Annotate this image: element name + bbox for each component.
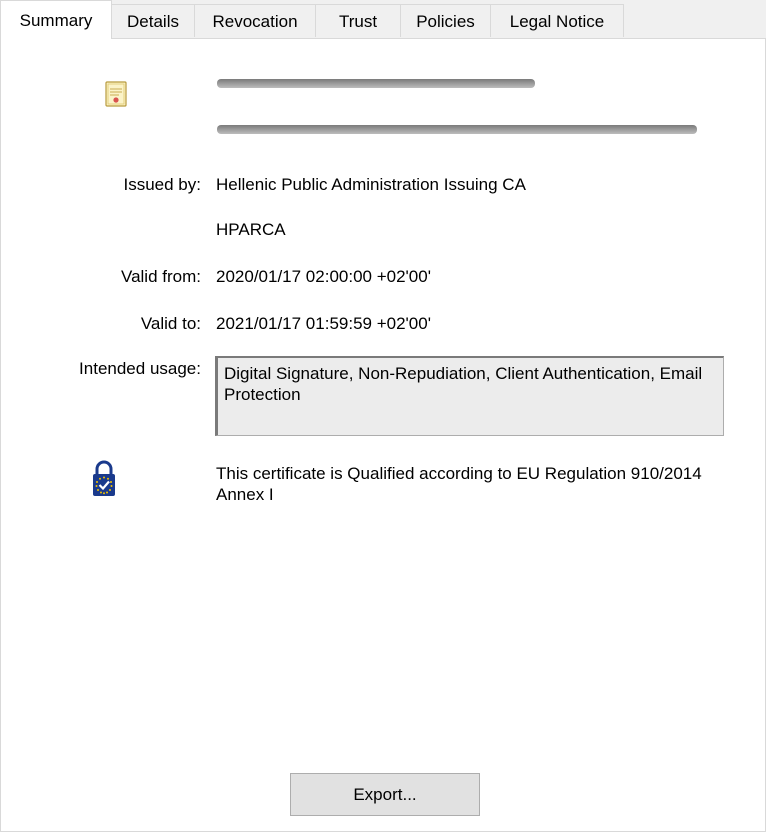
valid-from-label: Valid from: (121, 267, 201, 286)
tab-details[interactable]: Details (111, 4, 195, 37)
tab-revocation[interactable]: Revocation (194, 4, 316, 37)
tab-policies[interactable]: Policies (400, 4, 491, 37)
issued-by-label: Issued by: (123, 175, 202, 194)
eu-qualified-lock-icon (93, 460, 115, 496)
redacted-subject-name (217, 79, 535, 88)
tab-trust[interactable]: Trust (315, 4, 401, 37)
intended-usage-label: Intended usage: (79, 359, 201, 378)
tab-legal-notice[interactable]: Legal Notice (490, 4, 624, 37)
redacted-subject-org (217, 125, 697, 134)
valid-from-value: 2020/01/17 02:00:00 +02'00' (216, 267, 431, 286)
tab-strip: Summary Details Revocation Trust Policie… (0, 0, 766, 39)
issued-by-value-secondary: HPARCA (216, 220, 286, 239)
certificate-icon (105, 81, 127, 107)
issued-by-value: Hellenic Public Administration Issuing C… (216, 175, 526, 194)
qualified-statement: This certificate is Qualified according … (216, 464, 702, 504)
valid-to-label: Valid to: (140, 314, 201, 333)
summary-panel: Issued by: Hellenic Public Administratio… (0, 38, 766, 832)
valid-to-value: 2021/01/17 01:59:59 +02'00' (216, 314, 431, 333)
intended-usage-box[interactable]: Digital Signature, Non-Repudiation, Clie… (215, 356, 724, 436)
export-button[interactable]: Export... (290, 773, 480, 816)
tab-summary[interactable]: Summary (0, 0, 112, 39)
